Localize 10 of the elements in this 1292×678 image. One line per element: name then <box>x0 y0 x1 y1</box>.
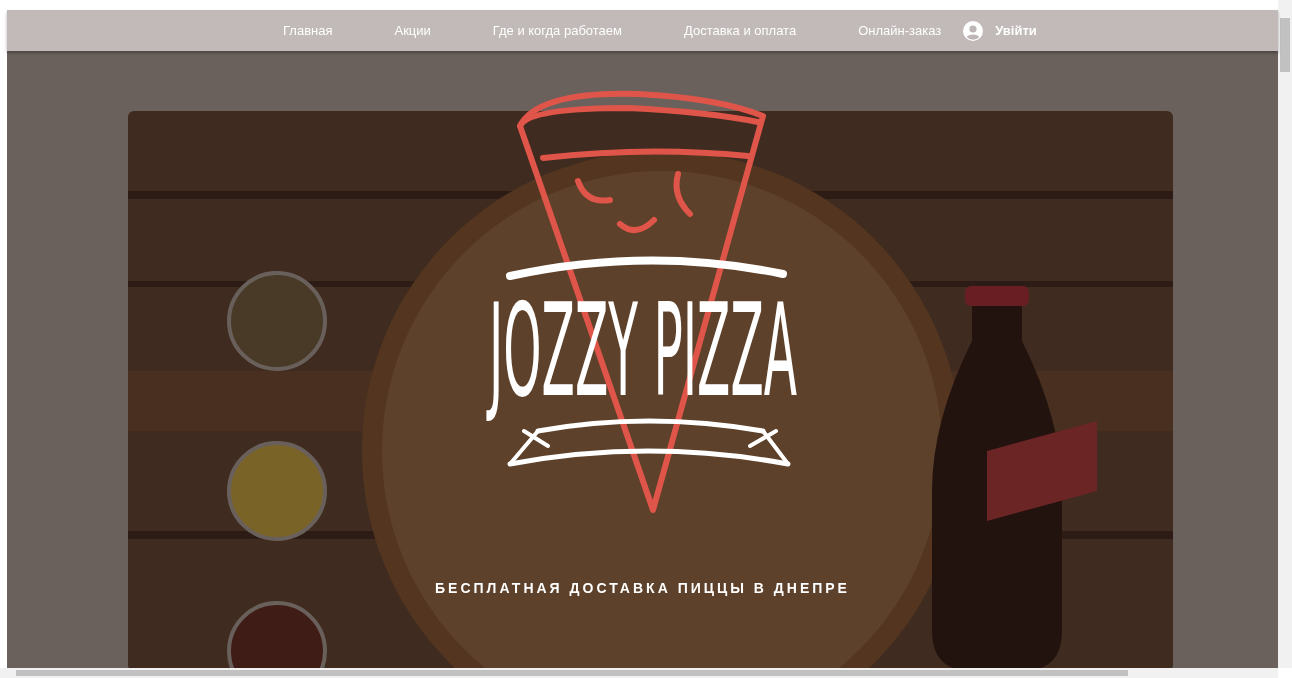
horizontal-scrollbar[interactable] <box>0 668 1278 678</box>
nav-link[interactable]: Где и когда работаем <box>492 23 622 38</box>
tagline: БЕСПЛАТНАЯ ДОСТАВКА ПИЦЦЫ В ДНЕПРЕ <box>435 580 850 596</box>
nav-link[interactable]: Онлайн-заказ <box>858 23 942 38</box>
nav-link[interactable]: Главная <box>283 23 333 38</box>
user-icon <box>963 20 984 41</box>
nav-link[interactable]: Акции <box>394 23 431 38</box>
login-link[interactable]: Увійти <box>963 20 1037 41</box>
nav-link[interactable]: Доставка и оплата <box>684 23 797 38</box>
vertical-scrollbar[interactable] <box>1278 0 1292 668</box>
